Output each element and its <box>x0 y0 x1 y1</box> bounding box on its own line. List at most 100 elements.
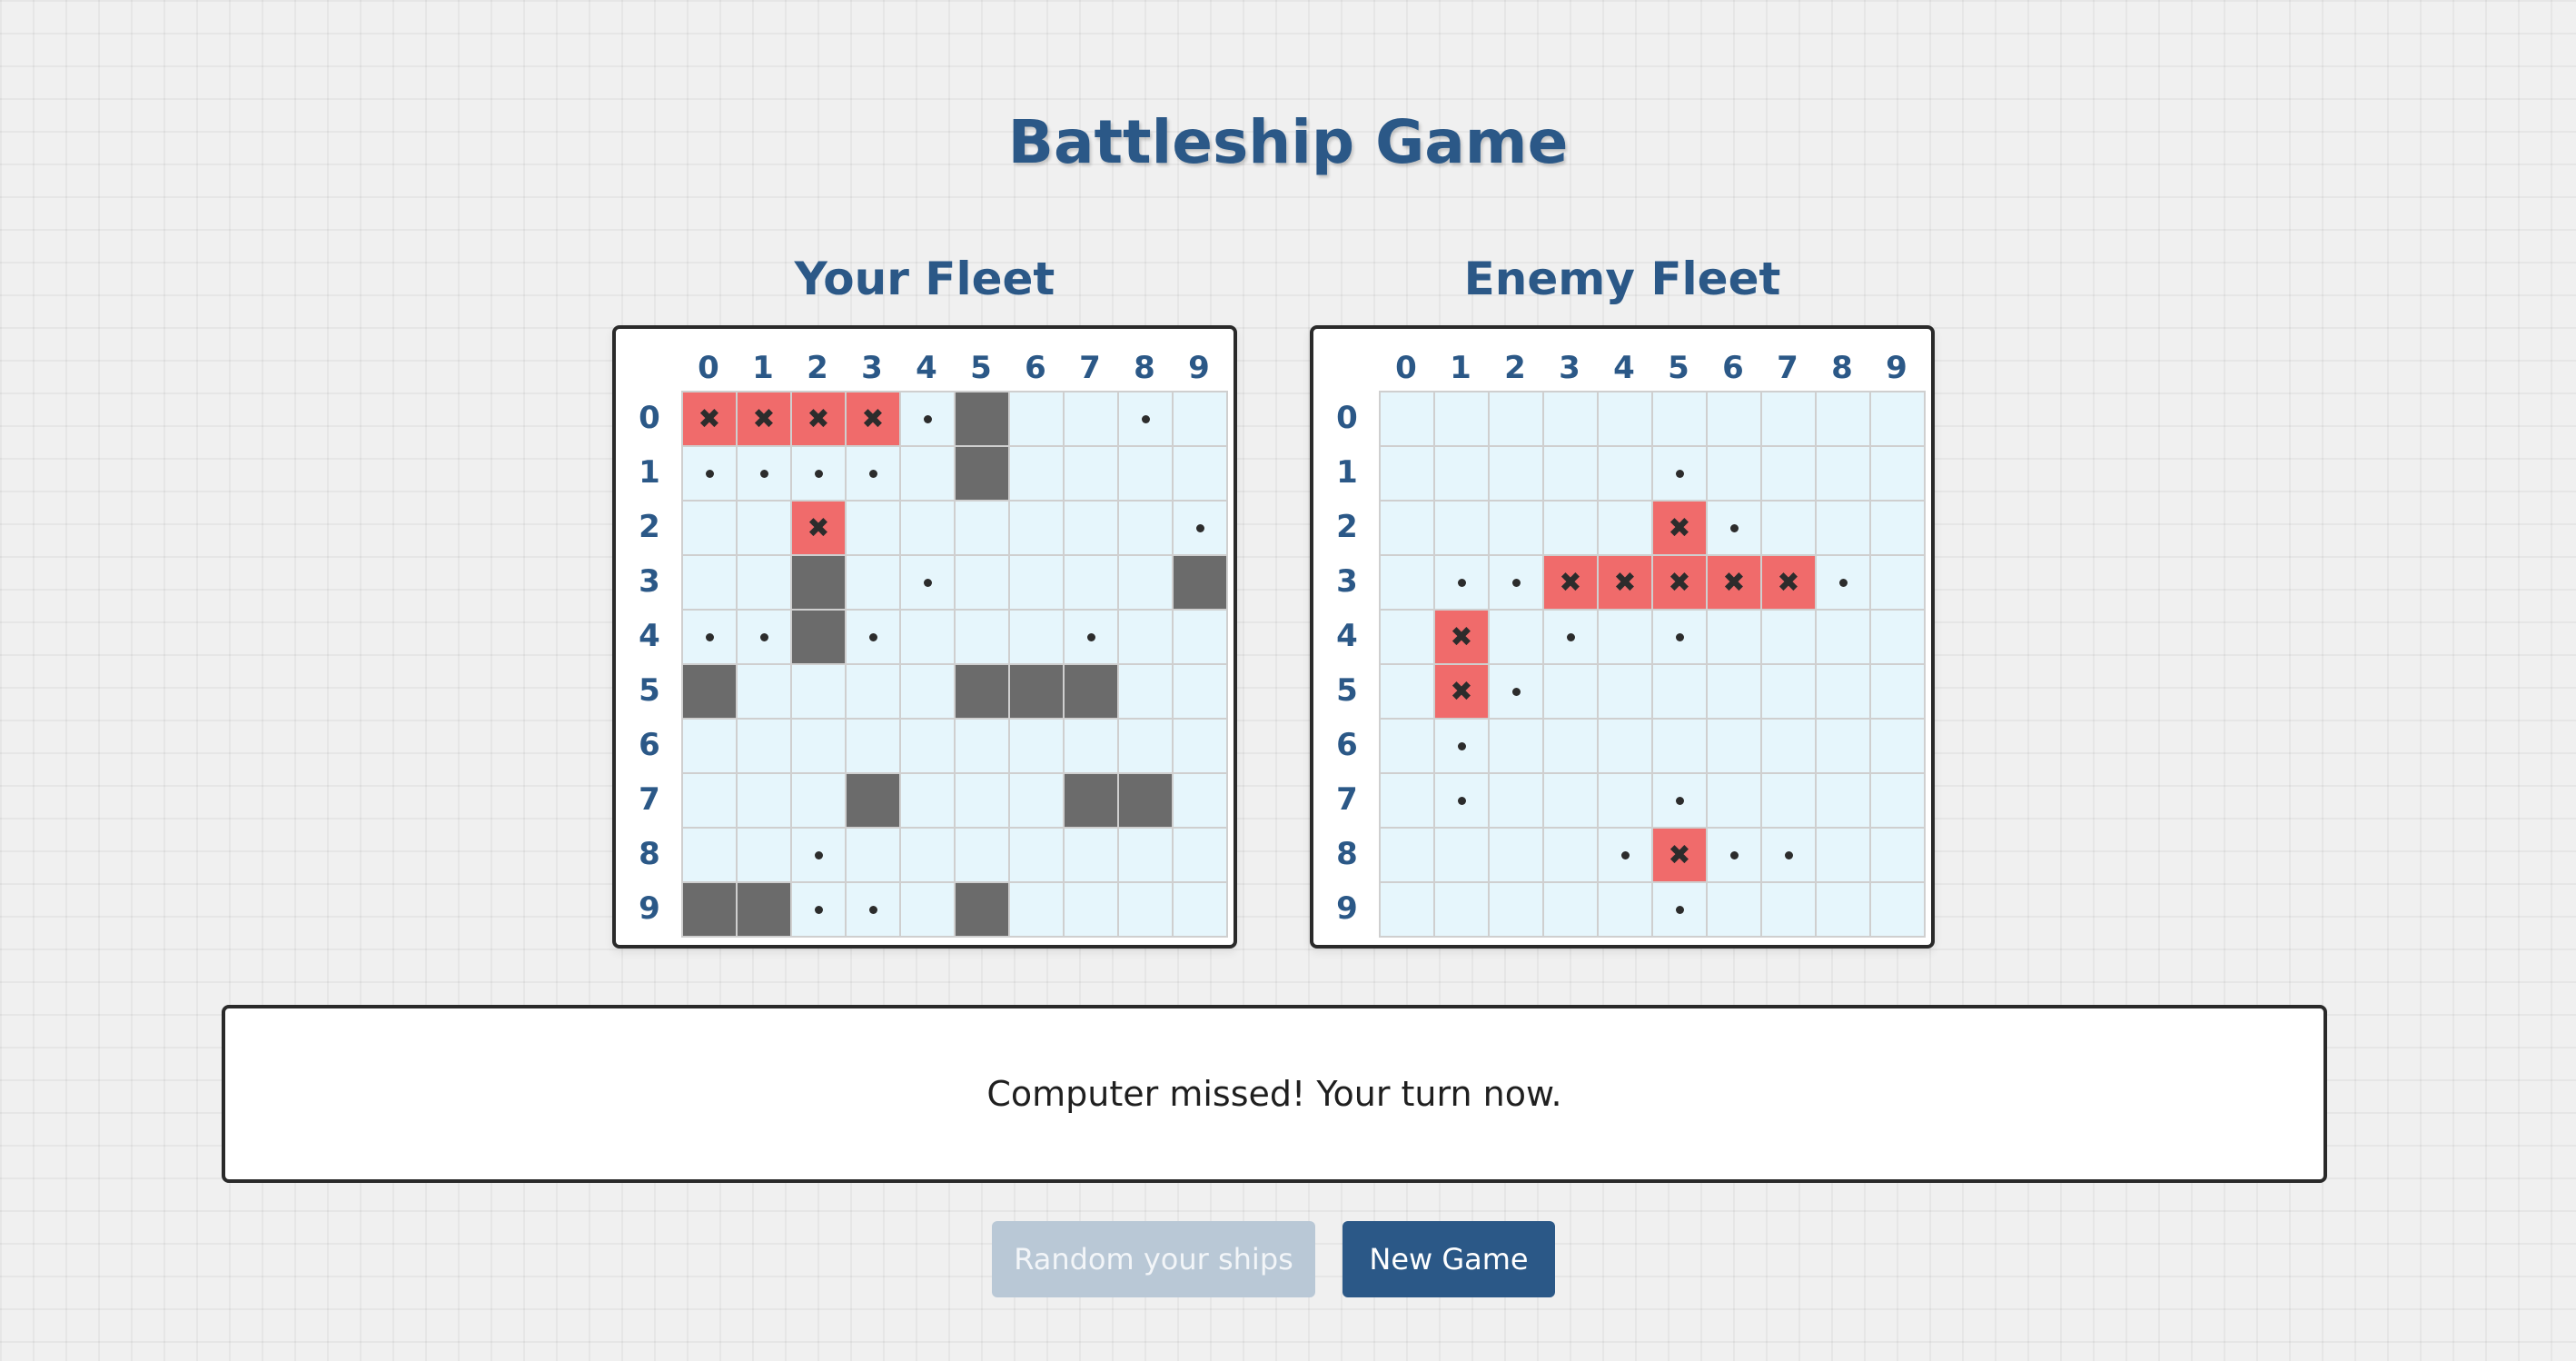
random-ships-button[interactable]: Random your ships <box>992 1221 1315 1297</box>
water-cell[interactable] <box>1435 502 1490 556</box>
water-cell[interactable] <box>1653 720 1708 774</box>
water-cell[interactable] <box>1871 392 1926 447</box>
water-cell[interactable] <box>1708 774 1762 829</box>
water-cell[interactable] <box>1762 392 1817 447</box>
hit-cell[interactable]: ✖ <box>1435 665 1490 720</box>
water-cell[interactable] <box>1708 883 1762 938</box>
water-cell[interactable] <box>1381 447 1435 502</box>
water-cell[interactable] <box>1817 829 1871 883</box>
water-cell[interactable] <box>1599 447 1653 502</box>
miss-cell[interactable] <box>1653 611 1708 665</box>
hit-cell[interactable]: ✖ <box>1653 556 1708 611</box>
water-cell[interactable] <box>1381 774 1435 829</box>
water-cell[interactable] <box>1599 883 1653 938</box>
water-cell[interactable] <box>1762 883 1817 938</box>
miss-cell[interactable] <box>1817 556 1871 611</box>
water-cell[interactable] <box>1817 392 1871 447</box>
water-cell[interactable] <box>1708 392 1762 447</box>
water-cell[interactable] <box>1762 665 1817 720</box>
water-cell[interactable] <box>1871 502 1926 556</box>
water-cell[interactable] <box>1544 774 1599 829</box>
hit-cell[interactable]: ✖ <box>1708 556 1762 611</box>
water-cell[interactable] <box>1653 392 1708 447</box>
water-cell[interactable] <box>1599 502 1653 556</box>
water-cell[interactable] <box>1599 611 1653 665</box>
water-cell[interactable] <box>1817 502 1871 556</box>
water-cell[interactable] <box>1490 829 1544 883</box>
miss-cell[interactable] <box>1653 447 1708 502</box>
miss-cell[interactable] <box>1490 665 1544 720</box>
water-cell[interactable] <box>1871 665 1926 720</box>
water-cell[interactable] <box>1871 774 1926 829</box>
water-cell[interactable] <box>1653 665 1708 720</box>
water-cell[interactable] <box>1490 392 1544 447</box>
hit-cell[interactable]: ✖ <box>1544 556 1599 611</box>
water-cell[interactable] <box>1544 502 1599 556</box>
water-cell[interactable] <box>1871 720 1926 774</box>
hit-cell[interactable]: ✖ <box>1653 829 1708 883</box>
water-cell[interactable] <box>1490 611 1544 665</box>
water-cell[interactable] <box>1435 447 1490 502</box>
miss-cell[interactable] <box>1599 829 1653 883</box>
water-cell[interactable] <box>1544 829 1599 883</box>
water-cell[interactable] <box>1871 829 1926 883</box>
water-cell[interactable] <box>1435 392 1490 447</box>
new-game-button[interactable]: New Game <box>1342 1221 1555 1297</box>
water-cell[interactable] <box>1762 720 1817 774</box>
water-cell[interactable] <box>1708 720 1762 774</box>
water-cell[interactable] <box>1490 720 1544 774</box>
water-cell[interactable] <box>1490 447 1544 502</box>
miss-cell[interactable] <box>1435 556 1490 611</box>
water-cell[interactable] <box>1381 611 1435 665</box>
miss-cell[interactable] <box>1708 829 1762 883</box>
water-cell[interactable] <box>1490 774 1544 829</box>
water-cell[interactable] <box>1381 556 1435 611</box>
water-cell[interactable] <box>1544 447 1599 502</box>
water-cell[interactable] <box>1381 829 1435 883</box>
water-cell[interactable] <box>1381 665 1435 720</box>
water-cell[interactable] <box>1762 447 1817 502</box>
water-cell[interactable] <box>1381 720 1435 774</box>
water-cell[interactable] <box>1817 720 1871 774</box>
miss-cell[interactable] <box>1490 556 1544 611</box>
miss-cell[interactable] <box>1762 829 1817 883</box>
water-cell[interactable] <box>1490 883 1544 938</box>
miss-cell[interactable] <box>1435 774 1490 829</box>
water-cell[interactable] <box>1544 720 1599 774</box>
water-cell[interactable] <box>1708 611 1762 665</box>
water-cell[interactable] <box>1381 502 1435 556</box>
water-cell[interactable] <box>1871 556 1926 611</box>
water-cell[interactable] <box>1708 447 1762 502</box>
water-cell[interactable] <box>1435 829 1490 883</box>
hit-cell[interactable]: ✖ <box>1653 502 1708 556</box>
miss-cell[interactable] <box>1653 883 1708 938</box>
water-cell[interactable] <box>1817 665 1871 720</box>
water-cell[interactable] <box>1544 392 1599 447</box>
water-cell[interactable] <box>1708 665 1762 720</box>
water-cell[interactable] <box>1817 883 1871 938</box>
water-cell[interactable] <box>1435 883 1490 938</box>
water-cell[interactable] <box>1871 611 1926 665</box>
hit-cell[interactable]: ✖ <box>1599 556 1653 611</box>
water-cell[interactable] <box>1871 883 1926 938</box>
water-cell[interactable] <box>1817 774 1871 829</box>
water-cell[interactable] <box>1544 883 1599 938</box>
water-cell[interactable] <box>1599 774 1653 829</box>
miss-cell[interactable] <box>1435 720 1490 774</box>
water-cell[interactable] <box>1599 392 1653 447</box>
water-cell[interactable] <box>1817 611 1871 665</box>
water-cell[interactable] <box>1762 774 1817 829</box>
water-cell[interactable] <box>1817 447 1871 502</box>
hit-cell[interactable]: ✖ <box>1762 556 1817 611</box>
water-cell[interactable] <box>1762 611 1817 665</box>
water-cell[interactable] <box>1762 502 1817 556</box>
water-cell[interactable] <box>1599 665 1653 720</box>
water-cell[interactable] <box>1599 720 1653 774</box>
water-cell[interactable] <box>1871 447 1926 502</box>
water-cell[interactable] <box>1381 392 1435 447</box>
water-cell[interactable] <box>1544 665 1599 720</box>
hit-cell[interactable]: ✖ <box>1435 611 1490 665</box>
miss-cell[interactable] <box>1653 774 1708 829</box>
water-cell[interactable] <box>1490 502 1544 556</box>
miss-cell[interactable] <box>1544 611 1599 665</box>
